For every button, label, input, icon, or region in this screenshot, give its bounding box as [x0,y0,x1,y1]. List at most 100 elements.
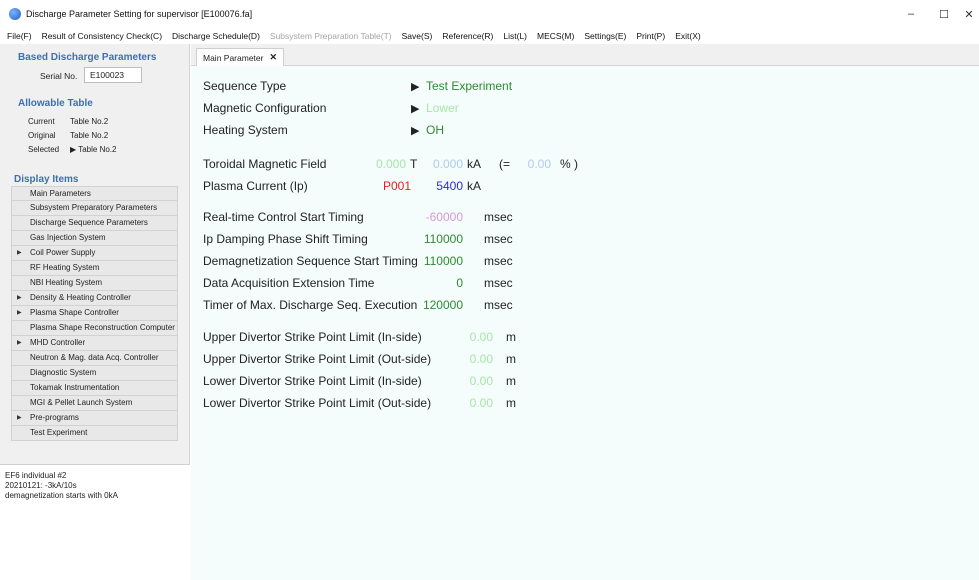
display-item-label: Density & Heating Controller [30,293,131,302]
display-item-label: MGI & Pellet Launch System [30,398,133,407]
display-item[interactable]: ▶ MHD Controller [11,336,178,351]
display-item[interactable]: ▶ Pre-programs [11,411,178,426]
menu-settings[interactable]: Settings(E) [584,31,626,41]
menu-file[interactable]: File(F) [7,31,32,41]
limit-unit: m [506,352,516,366]
expand-arrow-icon[interactable]: ▶ [17,306,22,320]
serial-label: Serial No. [40,71,78,81]
left-panel: Based Discharge Parameters Serial No. E1… [0,44,190,580]
display-item-label: Main Parameters [30,189,91,198]
display-item-label: MHD Controller [30,338,86,347]
menu-consistency-check[interactable]: Result of Consistency Check(C) [42,31,162,41]
display-item[interactable]: Neutron & Mag. data Acq. Controller [11,351,178,366]
app-icon [9,8,21,20]
tab-main-parameter[interactable]: Main Parameter ✕ [196,48,284,66]
menu-bar: File(F) Result of Consistency Check(C) D… [0,28,979,44]
timing-value[interactable]: 110000 [413,254,463,268]
display-item[interactable]: Tokamak Instrumentation [11,381,178,396]
serial-number-field[interactable]: E100023 [84,67,142,83]
note-line: EF6 individual #2 [5,471,67,480]
menu-subsystem-preparation-table: Subsystem Preparation Table(T) [269,31,392,41]
display-item-label: Discharge Sequence Parameters [30,218,148,227]
limit-unit: m [506,396,516,410]
limit-value[interactable]: 0.00 [455,352,493,366]
display-item[interactable]: Subsystem Preparatory Parameters [11,201,178,216]
menu-exit[interactable]: Exit(X) [675,31,701,41]
tab-strip: Main Parameter ✕ [191,44,979,66]
magnetic-config-label: Magnetic Configuration [203,101,327,115]
arrow-icon: ▶ [411,125,420,137]
display-item[interactable]: ▶ Coil Power Supply [11,246,178,261]
timing-unit: msec [484,298,513,312]
minimize-button[interactable]: – [893,0,929,28]
table-row-selected: Selected ▶ Table No.2 [28,145,116,154]
toroidal-field-tesla[interactable]: 0.000 [366,157,406,171]
display-item[interactable]: Main Parameters [11,186,178,201]
table-value: ▶ Table No.2 [70,145,117,154]
limit-value[interactable]: 0.00 [455,330,493,344]
display-item[interactable]: Diagnostic System [11,366,178,381]
heating-system-value[interactable]: OH [426,123,444,137]
timing-value[interactable]: -60000 [413,210,463,224]
expand-arrow-icon[interactable]: ▶ [17,336,22,350]
sequence-type-label: Sequence Type [203,79,287,93]
display-item[interactable]: Plasma Shape Reconstruction Computer [11,321,178,336]
expand-arrow-icon[interactable]: ▶ [17,411,22,425]
timing-unit: msec [484,276,513,290]
plasma-current-label: Plasma Current (Ip) [203,179,308,193]
display-item[interactable]: MGI & Pellet Launch System [11,396,178,411]
menu-discharge-schedule[interactable]: Discharge Schedule(D) [172,31,260,41]
display-item-label: Coil Power Supply [30,248,96,257]
close-window-button[interactable]: ✕ [951,0,979,28]
expand-arrow-icon[interactable]: ▶ [17,246,22,260]
display-item[interactable]: RF Heating System [11,261,178,276]
timing-value[interactable]: 120000 [413,298,463,312]
expand-arrow-icon[interactable]: ▶ [17,291,22,305]
main-panel: Sequence Type ▶ Test Experiment Magnetic… [191,66,979,580]
display-item-label: NBI Heating System [30,278,103,287]
timing-label: Ip Damping Phase Shift Timing [203,232,368,246]
display-item[interactable]: NBI Heating System [11,276,178,291]
limit-label: Lower Divertor Strike Point Limit (In-si… [203,374,422,388]
timing-value[interactable]: 110000 [413,232,463,246]
close-tab-icon[interactable]: ✕ [269,52,277,63]
display-item[interactable]: ▶ Plasma Shape Controller [11,306,178,321]
table-key: Current [28,117,55,126]
menu-save[interactable]: Save(S) [402,31,433,41]
plasma-current-code[interactable]: P001 [381,179,411,193]
display-item[interactable]: Test Experiment [11,426,178,441]
limit-value[interactable]: 0.00 [455,374,493,388]
ka-unit: kA [467,157,482,171]
menu-print[interactable]: Print(P) [636,31,665,41]
display-item-label: Plasma Shape Controller [30,308,119,317]
allowable-table-heading: Allowable Table [18,98,93,109]
timing-label: Demagnetization Sequence Start Timing [203,254,418,268]
ip-unit: kA [467,179,482,193]
notes-box[interactable]: EF6 individual #2 20210121: -3kA/10s demag… [0,464,190,580]
magnetic-config-value[interactable]: Lower [426,101,459,115]
display-item[interactable]: Gas Injection System [11,231,178,246]
display-item-label: Subsystem Preparatory Parameters [30,203,158,212]
timing-value[interactable]: 0 [413,276,463,290]
timing-label: Real-time Control Start Timing [203,210,364,224]
plasma-current-value[interactable]: 5400 [425,179,463,193]
arrow-icon: ▶ [411,103,420,115]
display-item[interactable]: ▶ Density & Heating Controller [11,291,178,306]
display-item-label: Plasma Shape Reconstruction Computer [30,323,175,332]
toroidal-field-percent[interactable]: 0.00 [517,157,551,171]
menu-list[interactable]: List(L) [503,31,527,41]
display-item-label: Pre-programs [30,413,79,422]
sequence-type-value[interactable]: Test Experiment [426,79,512,93]
arrow-icon: ▶ [411,81,420,93]
display-item-label: Tokamak Instrumentation [30,383,120,392]
limit-value[interactable]: 0.00 [455,396,493,410]
timing-unit: msec [484,210,513,224]
display-item[interactable]: Discharge Sequence Parameters [11,216,178,231]
display-item-label: Test Experiment [30,428,88,437]
menu-reference[interactable]: Reference(R) [442,31,493,41]
note-line: demagnetization starts with 0kA [5,491,118,500]
limit-label: Lower Divertor Strike Point Limit (Out-s… [203,396,432,410]
toroidal-field-ka[interactable]: 0.000 [425,157,463,171]
limit-label: Upper Divertor Strike Point Limit (In-si… [203,330,422,344]
menu-mecs[interactable]: MECS(M) [537,31,574,41]
